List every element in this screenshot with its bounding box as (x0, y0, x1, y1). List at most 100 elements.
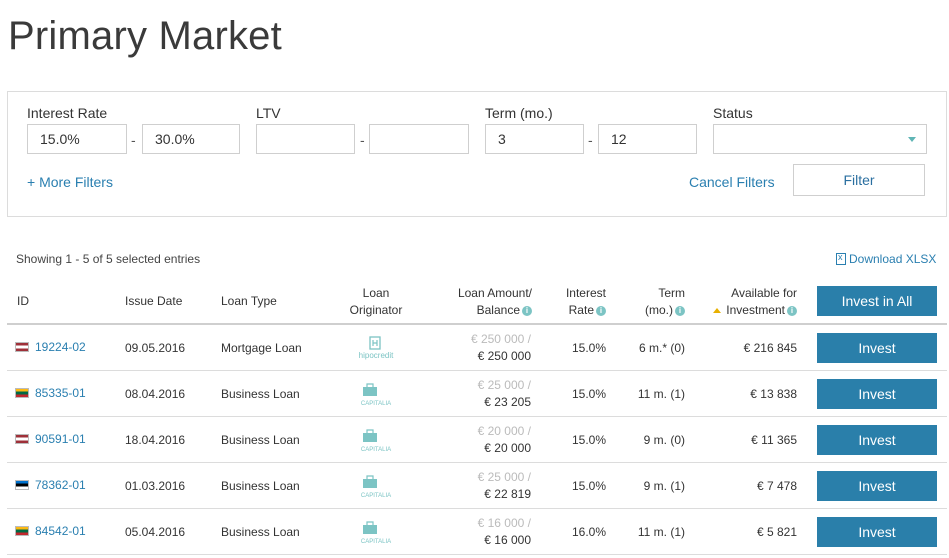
available-for-investment: € 7 478 (756, 479, 797, 493)
col-issue-date[interactable]: Issue Date (125, 293, 182, 310)
loan-amount-balance: € 16 000 / € 16 000 (411, 515, 531, 549)
loan-balance: € 23 205 (484, 395, 531, 409)
loan-id: 84542-01 (35, 524, 86, 538)
row-divider (7, 554, 947, 555)
loan-id-link[interactable]: 90591-01 (15, 432, 86, 446)
invest-button[interactable]: Invest (817, 333, 937, 363)
loan-amount-balance: € 250 000 / € 250 000 (411, 331, 531, 365)
interest-rate: 15.0% (571, 387, 606, 401)
loan-id-link[interactable]: 84542-01 (15, 524, 86, 538)
loan-balance: € 22 819 (484, 487, 531, 501)
chevron-down-icon (908, 137, 916, 142)
interest-rate: 15.0% (571, 479, 606, 493)
row-divider (7, 416, 947, 417)
interest-rate: 15.0% (571, 341, 606, 355)
filter-button[interactable]: Filter (793, 164, 925, 196)
country-flag-icon (15, 480, 29, 490)
col-loan-originator-line1: Loan (362, 286, 390, 300)
col-loan-type[interactable]: Loan Type (221, 293, 277, 310)
available-for-investment: € 11 365 (751, 433, 797, 447)
loan-amount: € 25 000 / (477, 378, 531, 392)
capitalia-logo: CAPITALIA (356, 427, 396, 453)
interest-rate-label: Interest Rate (27, 105, 108, 121)
issue-date: 09.05.2016 (125, 341, 186, 355)
loan-id: 90591-01 (35, 432, 86, 446)
loan-type: Business Loan (221, 479, 300, 493)
loan-id-link[interactable]: 85335-01 (15, 386, 86, 400)
sort-ascending-icon (713, 308, 722, 314)
loan-amount-balance: € 20 000 / € 20 000 (411, 423, 531, 457)
loan-id: 78362-01 (35, 478, 86, 492)
country-flag-icon (15, 342, 29, 352)
originator-logo-text: CAPITALIA (361, 401, 391, 407)
cancel-filters-link[interactable]: Cancel Filters (689, 174, 775, 190)
invest-button[interactable]: Invest (817, 425, 937, 455)
ltv-max-input[interactable] (369, 124, 469, 154)
available-for-investment: € 5 821 (756, 525, 797, 539)
ltv-min-input[interactable] (256, 124, 355, 154)
more-filters-link[interactable]: + More Filters (27, 174, 113, 190)
col-available[interactable]: Available for Investment i (690, 285, 797, 319)
entries-count: Showing 1 - 5 of 5 selected entries (16, 252, 201, 266)
status-select[interactable] (713, 124, 927, 154)
col-interest-rate-line1: Interest (565, 286, 606, 300)
info-icon[interactable]: i (522, 305, 532, 316)
interest-rate: 16.0% (571, 525, 606, 539)
col-loan-amount-line2: Balance (476, 303, 520, 317)
col-term-line2: (mo.) (645, 303, 673, 317)
loan-id-link[interactable]: 78362-01 (15, 478, 86, 492)
col-loan-originator[interactable]: Loan Originator (340, 285, 412, 319)
term-min-input[interactable] (485, 124, 584, 154)
loan-amount-balance: € 25 000 / € 22 819 (411, 469, 531, 503)
page-title: Primary Market (8, 14, 282, 58)
term: 11 m. (1) (637, 387, 685, 401)
interest-rate-min-input[interactable] (27, 124, 127, 154)
col-available-line1: Available for (731, 286, 797, 300)
loan-balance: € 16 000 (484, 533, 531, 547)
term-max-input[interactable] (598, 124, 697, 154)
loan-id: 19224-02 (35, 340, 86, 354)
term-dash: - (588, 132, 593, 148)
info-icon[interactable]: i (675, 305, 685, 316)
capitalia-logo: CAPITALIA (356, 519, 396, 545)
header-divider (7, 323, 947, 325)
col-id[interactable]: ID (17, 293, 29, 310)
loan-type: Mortgage Loan (221, 341, 302, 355)
filter-panel: Interest Rate - LTV - Term (mo.) - Statu… (7, 91, 947, 217)
status-label: Status (713, 105, 753, 121)
country-flag-icon (15, 388, 29, 398)
available-for-investment: € 216 845 (743, 341, 797, 355)
row-divider (7, 370, 947, 371)
col-term-line1: Term (658, 286, 685, 300)
download-xlsx-link[interactable]: Download XLSX (836, 252, 936, 266)
issue-date: 05.04.2016 (125, 525, 186, 539)
invest-in-all-button[interactable]: Invest in All (817, 286, 937, 316)
col-term[interactable]: Term (mo.) i (620, 285, 685, 319)
loan-amount-balance: € 25 000 / € 23 205 (411, 377, 531, 411)
interest-rate-dash: - (131, 132, 136, 148)
download-xlsx-label: Download XLSX (849, 252, 937, 266)
loan-type: Business Loan (221, 387, 300, 401)
issue-date: 08.04.2016 (125, 387, 186, 401)
loan-id-link[interactable]: 19224-02 (15, 340, 86, 354)
invest-button[interactable]: Invest (817, 517, 937, 547)
col-interest-rate[interactable]: Interest Rate i (540, 285, 606, 319)
interest-rate-max-input[interactable] (142, 124, 240, 154)
info-icon[interactable]: i (787, 305, 797, 316)
col-available-line2: Investment (726, 303, 785, 317)
col-loan-amount-line1: Loan Amount/ (457, 286, 532, 300)
invest-button[interactable]: Invest (817, 471, 937, 501)
loan-balance: € 250 000 (477, 349, 531, 363)
term: 11 m. (1) (637, 525, 685, 539)
term-label: Term (mo.) (485, 105, 553, 121)
col-loan-amount[interactable]: Loan Amount/ Balance i (420, 285, 532, 319)
row-divider (7, 462, 947, 463)
originator-logo-text: hipocredit (359, 351, 394, 360)
capitalia-logo: CAPITALIA (356, 473, 396, 499)
issue-date: 01.03.2016 (125, 479, 186, 493)
invest-button[interactable]: Invest (817, 379, 937, 409)
country-flag-icon (15, 434, 29, 444)
loan-type: Business Loan (221, 525, 300, 539)
loan-amount: € 16 000 / (477, 516, 531, 530)
info-icon[interactable]: i (596, 305, 606, 316)
